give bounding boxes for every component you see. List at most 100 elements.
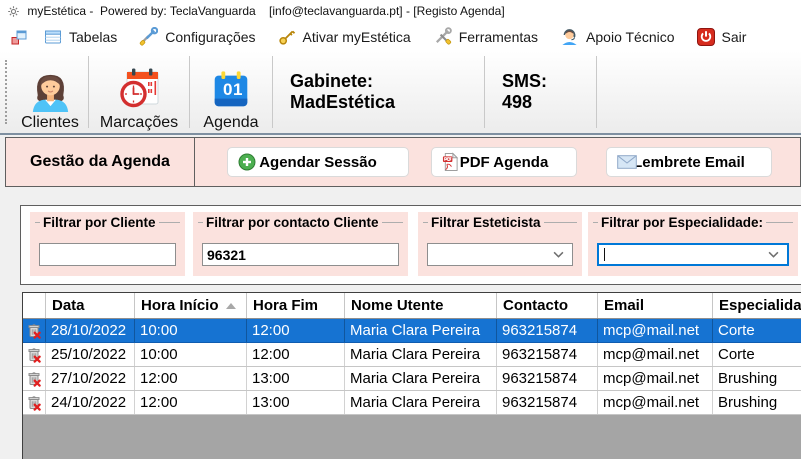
window-title: myEstética - Powered by: TeclaVanguarda …: [27, 4, 504, 18]
filter-group-esteticista: Filtrar Esteticista: [418, 212, 582, 276]
header-email[interactable]: Email: [598, 293, 713, 318]
filter-contacto-input[interactable]: [202, 243, 399, 266]
cell-contacto: 963215874: [497, 343, 598, 366]
menu-item-label: Tabelas: [69, 29, 117, 45]
cell-hora-fim: 12:00: [247, 343, 345, 366]
header-data[interactable]: Data: [46, 293, 135, 318]
header-icon-column: [23, 293, 46, 318]
filter-cliente-input[interactable]: [39, 243, 176, 266]
header-hora-fim[interactable]: Hora Fim: [247, 293, 345, 318]
table-row[interactable]: 24/10/2022 12:00 13:00 Maria Clara Perei…: [23, 391, 801, 415]
lembrete-email-button[interactable]: Lembrete Email: [606, 147, 772, 177]
cell-data: 27/10/2022: [46, 367, 135, 390]
gold-key-icon: [278, 28, 296, 46]
header-hora-inicio[interactable]: Hora Início: [135, 293, 247, 318]
toolbar-options-button[interactable]: [5, 22, 33, 51]
chevron-down-icon: [768, 251, 779, 258]
agenda-table: Data Hora Início Hora Fim Nome Utente Co…: [22, 292, 801, 459]
tables-window-icon: [44, 28, 62, 46]
cell-especialidade: Corte: [713, 343, 801, 366]
cell-hora-inicio: 10:00: [135, 343, 247, 366]
menu-item-ferramentas[interactable]: Ferramentas: [422, 22, 549, 51]
cell-email: mcp@mail.net: [598, 319, 713, 342]
marcacoes-button[interactable]: Marcações: [89, 51, 189, 133]
menu-item-label: Sair: [722, 29, 747, 45]
clientes-button[interactable]: Clientes: [12, 51, 88, 133]
table-row[interactable]: 27/10/2022 12:00 13:00 Maria Clara Perei…: [23, 367, 801, 391]
filter-especialidade-dropdown[interactable]: [597, 243, 789, 266]
gabinete-label: Gabinete: MadEstética: [273, 51, 484, 133]
delete-row-icon[interactable]: [23, 391, 46, 414]
cell-especialidade: Brushing: [713, 391, 801, 414]
envelope-icon: [617, 155, 637, 169]
table-row[interactable]: 28/10/2022 10:00 12:00 Maria Clara Perei…: [23, 319, 801, 343]
pdf-agenda-button[interactable]: PDF Agenda: [431, 147, 577, 177]
menu-bar: Tabelas Configurações Ativar myEstética: [0, 22, 801, 51]
client-avatar-icon: [27, 66, 74, 113]
cell-nome-utente: Maria Clara Pereira: [345, 367, 497, 390]
main-toolbar: Clientes: [0, 51, 801, 135]
page-title: Gestão da Agenda: [6, 138, 194, 186]
menu-item-label: Ferramentas: [459, 29, 538, 45]
cell-hora-inicio: 12:00: [135, 391, 247, 414]
menu-item-apoio-tecnico[interactable]: Apoio Técnico: [549, 22, 685, 51]
wrench-screwdriver-icon: [139, 27, 158, 46]
sort-asc-icon: [226, 303, 236, 309]
toolbar-button-label: Clientes: [21, 114, 79, 132]
menu-item-label: Ativar myEstética: [303, 29, 411, 45]
toolbar-grip-handle[interactable]: [5, 60, 7, 124]
menu-item-ativar[interactable]: Ativar myEstética: [267, 22, 422, 51]
cell-data: 28/10/2022: [46, 319, 135, 342]
green-plus-icon: [238, 153, 256, 171]
cell-hora-inicio: 12:00: [135, 367, 247, 390]
filter-label: Filtrar por Cliente: [43, 215, 156, 230]
filter-panel: Filtrar por Cliente Filtrar por contacto…: [20, 205, 801, 285]
cell-especialidade: Brushing: [713, 367, 801, 390]
delete-row-icon[interactable]: [23, 343, 46, 366]
cell-data: 25/10/2022: [46, 343, 135, 366]
pdf-file-icon: [442, 153, 459, 172]
cell-hora-fim: 13:00: [247, 367, 345, 390]
table-row[interactable]: 25/10/2022 10:00 12:00 Maria Clara Perei…: [23, 343, 801, 367]
cell-email: mcp@mail.net: [598, 343, 713, 366]
agenda-header-band: Gestão da Agenda Agendar Sessão PDF Agen…: [5, 137, 801, 187]
menu-item-label: Apoio Técnico: [586, 29, 674, 45]
agenda-day-number: 01: [214, 80, 252, 100]
delete-row-icon[interactable]: [23, 367, 46, 390]
text-caret: [604, 248, 605, 261]
header-especialidade[interactable]: Especialidade: [713, 293, 801, 318]
cell-nome-utente: Maria Clara Pereira: [345, 343, 497, 366]
toolbar-button-label: Marcações: [100, 114, 178, 132]
agenda-button[interactable]: 01 Agenda: [190, 51, 272, 133]
cell-nome-utente: Maria Clara Pereira: [345, 319, 497, 342]
cell-email: mcp@mail.net: [598, 391, 713, 414]
band-divider: [194, 138, 195, 186]
chevron-down-icon: [553, 251, 564, 258]
menu-item-tabelas[interactable]: Tabelas: [33, 22, 128, 51]
calendar-day-icon: 01: [208, 67, 254, 113]
menu-item-sair[interactable]: Sair: [686, 22, 758, 51]
delete-row-icon[interactable]: [23, 319, 46, 342]
cell-data: 24/10/2022: [46, 391, 135, 414]
agendar-sessao-button[interactable]: Agendar Sessão: [227, 147, 409, 177]
menu-item-configuracoes[interactable]: Configurações: [128, 22, 266, 51]
filter-esteticista-dropdown[interactable]: [427, 243, 573, 266]
filter-group-contacto: Filtrar por contacto Cliente: [193, 212, 408, 276]
filter-label: Filtrar Esteticista: [431, 215, 541, 230]
calendar-clock-icon: [115, 65, 163, 113]
filter-label: Filtrar por contacto Cliente: [206, 215, 379, 230]
title-bar: myEstética - Powered by: TeclaVanguarda …: [0, 0, 801, 22]
cell-contacto: 963215874: [497, 391, 598, 414]
toolbar-button-label: Agenda: [203, 114, 258, 132]
agenda-page: Gestão da Agenda Agendar Sessão PDF Agen…: [0, 135, 801, 459]
header-nome-utente[interactable]: Nome Utente: [345, 293, 497, 318]
cell-email: mcp@mail.net: [598, 367, 713, 390]
header-contacto[interactable]: Contacto: [497, 293, 598, 318]
menu-item-label: Configurações: [165, 29, 255, 45]
sms-count-label: SMS: 498: [485, 51, 596, 133]
cell-especialidade: Corte: [713, 319, 801, 342]
cell-contacto: 963215874: [497, 367, 598, 390]
cell-hora-inicio: 10:00: [135, 319, 247, 342]
table-header-row: Data Hora Início Hora Fim Nome Utente Co…: [23, 293, 801, 319]
toolbar-separator: [596, 56, 597, 128]
